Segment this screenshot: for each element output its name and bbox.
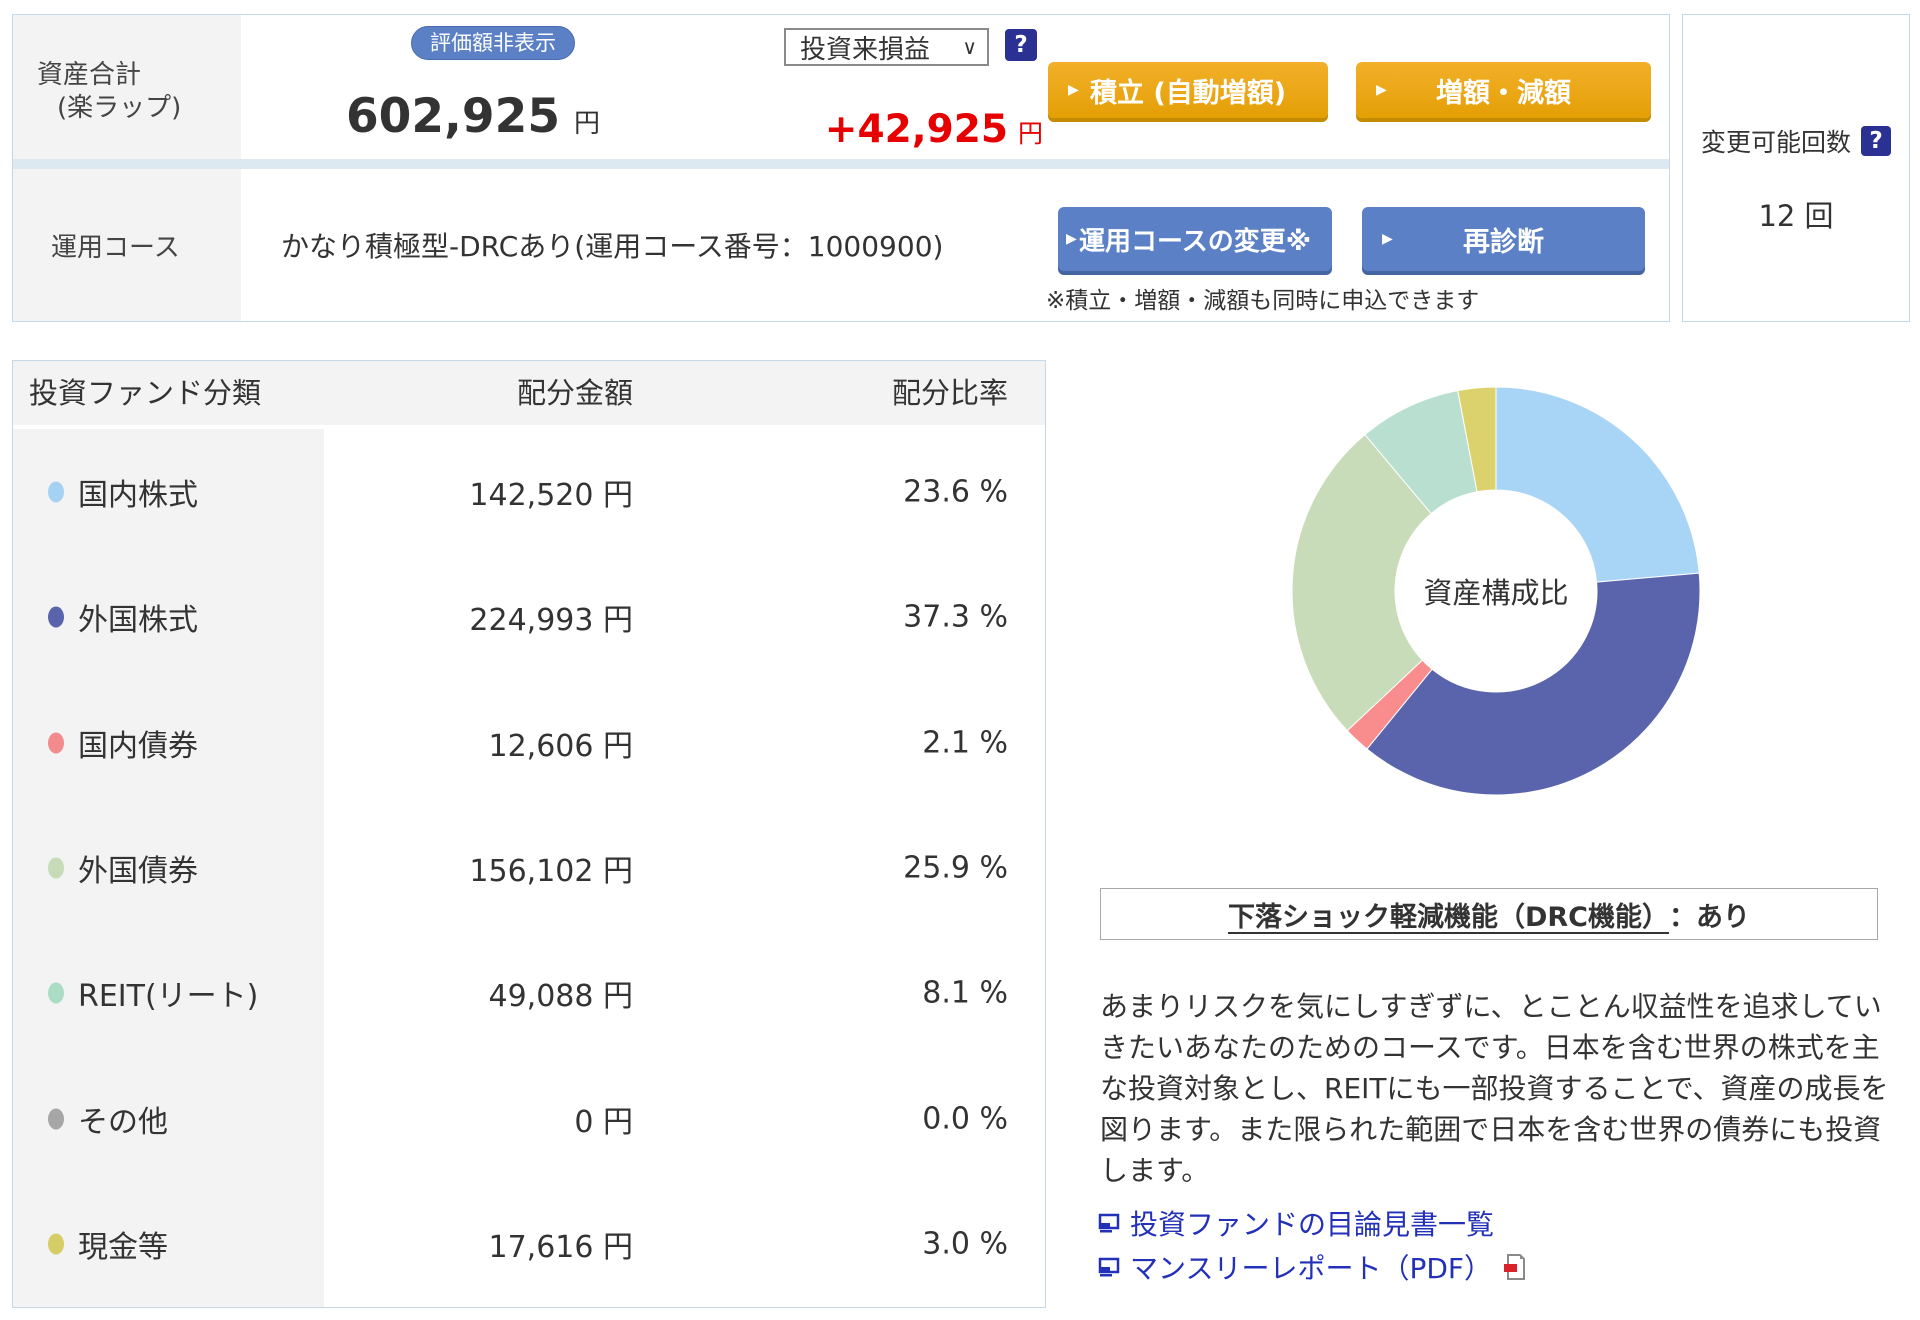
table-row: 国内株式 142,520 円 23.6 %	[13, 429, 1045, 554]
pl-period-value: 投資来損益	[800, 34, 931, 65]
allocation-table: 投資ファンド分類 配分金額 配分比率 国内株式 142,520 円 23.6 %…	[12, 360, 1046, 1308]
document-link-label: 投資ファンドの目論見書一覧	[1130, 1208, 1495, 1241]
pdf-icon	[1504, 1254, 1525, 1280]
arrow-right-icon: ▶	[1066, 231, 1077, 247]
arrow-right-icon: ▶	[1068, 82, 1079, 98]
allocation-amount: 0 円	[574, 1104, 633, 1140]
allocation-amount: 224,993 円	[469, 603, 633, 639]
drc-status: ：あり	[1669, 901, 1751, 933]
category-bullet-icon	[48, 857, 64, 879]
category-label: その他	[78, 1104, 168, 1140]
asset-composition-donut-chart	[1291, 386, 1701, 796]
row-divider	[13, 159, 1669, 169]
drc-feature-box: 下落ショック軽減機能（DRC機能） ：あり	[1100, 888, 1878, 940]
category-bullet-icon	[48, 481, 64, 503]
change-course-button[interactable]: ▶ 運用コースの変更※	[1058, 207, 1332, 271]
rediagnose-button[interactable]: ▶ 再診断	[1362, 207, 1645, 271]
table-row: その他 0 円 0.0 %	[13, 1056, 1045, 1181]
category-label: 国内株式	[78, 477, 198, 513]
donut-segment-国内株式	[1495, 386, 1700, 583]
asset-total-label: 資産合計 (楽ラップ)	[13, 15, 241, 159]
table-row: REIT(リート) 49,088 円 8.1 %	[13, 931, 1045, 1056]
change-count-header: 変更可能回数 ?	[1683, 123, 1909, 159]
list-item[interactable]: マンスリーレポート（PDF）	[1098, 1247, 1526, 1287]
allocation-amount: 142,520 円	[469, 477, 633, 513]
allocation-ratio: 2.1 %	[922, 725, 1008, 761]
document-links: 投資ファンドの目論見書一覧 マンスリーレポート（PDF）	[1098, 1203, 1526, 1287]
list-item[interactable]: 投資ファンドの目論見書一覧	[1098, 1203, 1526, 1243]
arrow-right-icon: ▶	[1382, 231, 1393, 247]
allocation-ratio: 8.1 %	[922, 975, 1008, 1011]
course-label: 運用コース	[13, 169, 241, 321]
pl-help-icon[interactable]: ?	[1005, 29, 1037, 61]
total-asset-unit: 円	[574, 109, 601, 139]
allocation-rows: 国内株式 142,520 円 23.6 % 外国株式 224,993 円 37.…	[13, 429, 1045, 1307]
allocation-ratio: 25.9 %	[903, 850, 1008, 886]
category-bullet-icon	[48, 732, 64, 754]
drc-title: 下落ショック軽減機能（DRC機能）	[1227, 901, 1670, 933]
pl-amount-unit: 円	[1017, 119, 1043, 148]
category-label: 現金等	[78, 1230, 168, 1266]
increase-decrease-button[interactable]: ▶ 増額・減額	[1356, 62, 1651, 118]
allocation-table-header: 投資ファンド分類 配分金額 配分比率	[13, 361, 1045, 425]
table-row: 外国株式 224,993 円 37.3 %	[13, 554, 1045, 679]
increase-decrease-button-label: 増額・減額	[1436, 77, 1571, 109]
pl-amount-value: +42,925	[824, 107, 1008, 152]
hide-valuation-button[interactable]: 評価額非表示	[411, 26, 575, 60]
accumulate-button[interactable]: ▶ 積立 (自動増額)	[1048, 62, 1328, 118]
category-label: REIT(リート)	[78, 979, 259, 1015]
table-row: 国内債券 12,606 円 2.1 %	[13, 680, 1045, 805]
allocation-ratio: 0.0 %	[922, 1101, 1008, 1137]
total-asset-value: 602,925	[345, 89, 561, 144]
asset-total-label-line2: (楽ラップ)	[57, 93, 182, 123]
document-link-label: マンスリーレポート（PDF）	[1130, 1252, 1492, 1285]
allocation-amount: 156,102 円	[469, 853, 633, 889]
external-link-icon	[1098, 1213, 1120, 1233]
category-label: 外国株式	[78, 603, 198, 639]
category-label: 国内債券	[78, 728, 198, 764]
pl-amount: +42,925 円	[703, 107, 1043, 152]
table-row: 現金等 17,616 円 3.0 %	[13, 1182, 1045, 1307]
course-description: あまりリスクを気にしすぎずに、とことん収益性を追求していきたいあなたのためのコー…	[1100, 990, 1889, 1187]
change-course-button-label: 運用コースの変更※	[1079, 226, 1311, 257]
pl-period-select[interactable]: 投資来損益 ∨	[784, 28, 989, 66]
allocation-ratio: 37.3 %	[903, 599, 1008, 635]
header-allocation-amount: 配分金額	[516, 376, 633, 410]
change-count-value: 12 回	[1758, 199, 1834, 233]
arrow-right-icon: ▶	[1376, 82, 1387, 98]
rakuwrap-portfolio-page: 資産合計 (楽ラップ) 評価額非表示 602,925 円 投資来損益 ∨ ? +…	[0, 0, 1920, 1320]
rediagnose-button-label: 再診断	[1463, 226, 1544, 258]
allocation-ratio: 23.6 %	[903, 474, 1008, 510]
category-label: 外国債券	[78, 853, 198, 889]
change-count-label: 変更可能回数	[1700, 128, 1851, 157]
category-bullet-icon	[48, 1108, 64, 1130]
allocation-amount: 49,088 円	[488, 979, 633, 1015]
table-row: 外国債券 156,102 円 25.9 %	[13, 805, 1045, 930]
allocation-ratio: 3.0 %	[922, 1226, 1008, 1262]
course-note: ※積立・増額・減額も同時に申込できます	[1046, 288, 1480, 314]
course-row: 運用コース かなり積極型-DRCあり(運用コース番号：1000900) ▶ 運用…	[13, 169, 1669, 321]
chevron-down-icon: ∨	[962, 35, 977, 59]
category-bullet-icon	[48, 982, 64, 1004]
allocation-amount: 17,616 円	[488, 1230, 633, 1266]
header-allocation-ratio: 配分比率	[891, 376, 1008, 410]
category-bullet-icon	[48, 606, 64, 628]
total-asset-amount: 602,925 円	[303, 89, 643, 144]
asset-total-row: 資産合計 (楽ラップ) 評価額非表示 602,925 円 投資来損益 ∨ ? +…	[13, 15, 1669, 159]
external-link-icon	[1098, 1257, 1120, 1277]
accumulate-button-label: 積立 (自動増額)	[1089, 77, 1287, 109]
course-value: かなり積極型-DRCあり(運用コース番号：1000900)	[281, 230, 944, 263]
category-bullet-icon	[48, 1233, 64, 1255]
change-count-panel: 変更可能回数 ? 12 回	[1682, 14, 1910, 322]
change-count-help-icon[interactable]: ?	[1861, 126, 1891, 156]
allocation-amount: 12,606 円	[488, 728, 633, 764]
summary-panel: 資産合計 (楽ラップ) 評価額非表示 602,925 円 投資来損益 ∨ ? +…	[12, 14, 1670, 322]
asset-total-label-line1: 資産合計	[37, 60, 142, 90]
header-fund-category: 投資ファンド分類	[29, 376, 262, 410]
